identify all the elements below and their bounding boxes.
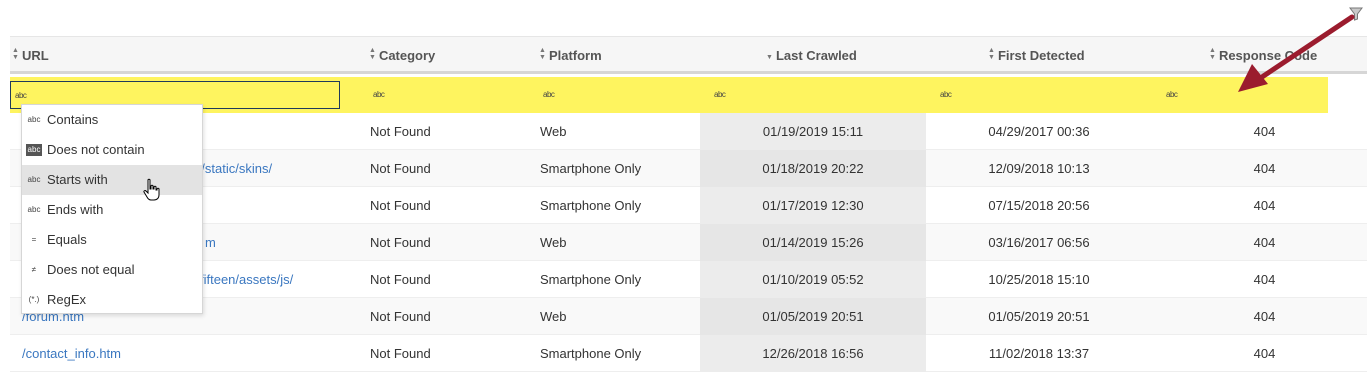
platform-cell: Smartphone Only xyxy=(540,198,642,213)
category-filter-input[interactable]: abc xyxy=(369,81,539,109)
column-header-response-code[interactable]: ▲ ▼ Response Code xyxy=(1209,37,1317,75)
menu-item-starts-with[interactable]: abc Starts with xyxy=(22,165,202,195)
url-cell[interactable]: fifteen/assets/js/ xyxy=(200,261,293,298)
category-cell: Not Found xyxy=(370,235,431,250)
platform-cell: Smartphone Only xyxy=(540,272,642,287)
last-crawled-filter-input[interactable]: abc xyxy=(710,81,880,109)
url-cell[interactable]: /contact_info.htm xyxy=(22,335,121,372)
category-cell: Not Found xyxy=(370,124,431,139)
column-header-category[interactable]: ▲ ▼ Category xyxy=(369,37,435,75)
column-header-url[interactable]: ▲ ▼ URL xyxy=(12,37,49,75)
menu-item-contains[interactable]: abc Contains xyxy=(22,105,202,135)
column-header-last-crawled[interactable]: ▼ Last Crawled xyxy=(766,37,857,75)
platform-cell: Web xyxy=(540,309,567,324)
first-detected-cell: 11/02/2018 13:37 xyxy=(988,346,1090,361)
platform-filter-input[interactable]: abc xyxy=(539,81,709,109)
last-crawled-cell: 01/17/2019 12:30 xyxy=(762,198,864,213)
sort-icon: ▲ ▼ xyxy=(369,47,376,61)
menu-item-regex[interactable]: (*.) RegEx xyxy=(22,285,202,315)
last-crawled-cell: 01/05/2019 20:51 xyxy=(762,309,864,324)
table-row[interactable]: xxxxxxxxxxxxxxxxxxxxxxxxxder/static/skin… xyxy=(10,150,1367,187)
not-equal-icon: ≠ xyxy=(31,265,37,274)
filter-operator-menu: abc Contains abc Does not contain abc St… xyxy=(21,104,203,314)
sort-descending-icon: ▼ xyxy=(766,54,773,61)
sort-icon: ▲ ▼ xyxy=(12,47,19,61)
response-code-cell: 404 xyxy=(1253,309,1276,324)
first-detected-cell: 01/05/2019 20:51 xyxy=(988,309,1090,324)
table-row[interactable]: Not Found Web 01/19/2019 15:11 04/29/201… xyxy=(10,113,1367,150)
text-filter-icon: abc xyxy=(940,90,952,99)
category-cell: Not Found xyxy=(370,161,431,176)
text-filter-icon: abc xyxy=(1166,90,1178,99)
hand-cursor-icon xyxy=(143,178,160,201)
response-code-cell: 404 xyxy=(1253,346,1276,361)
first-detected-cell: 12/09/2018 10:13 xyxy=(988,161,1090,176)
first-detected-cell: 04/29/2017 00:36 xyxy=(988,124,1090,139)
filter-row: abc abc abc abc abc abc xyxy=(10,77,1328,113)
menu-item-ends-with[interactable]: abc Ends with xyxy=(22,195,202,225)
sort-icon: ▲ ▼ xyxy=(1209,47,1216,61)
response-code-cell: 404 xyxy=(1253,272,1276,287)
last-crawled-cell: 01/19/2019 15:11 xyxy=(762,124,864,139)
platform-cell: Web xyxy=(540,124,567,139)
response-code-cell: 404 xyxy=(1253,198,1276,213)
table-row[interactable]: Not Found Smartphone Only 01/17/2019 12:… xyxy=(10,187,1367,224)
first-detected-filter-input[interactable]: abc xyxy=(936,81,1106,109)
text-filter-icon: abc xyxy=(714,90,726,99)
response-code-cell: 404 xyxy=(1253,235,1276,250)
text-filter-icon: abc xyxy=(15,91,27,100)
category-cell: Not Found xyxy=(370,198,431,213)
url-cell[interactable]: m xyxy=(205,224,216,261)
contains-icon: abc xyxy=(27,115,41,124)
response-code-cell: 404 xyxy=(1253,161,1276,176)
grid-header: ▲ ▼ URL ▲ ▼ Category ▲ ▼ Platform ▼ Last Crawle… xyxy=(10,36,1367,74)
last-crawled-cell: 12/26/2018 16:56 xyxy=(762,346,864,361)
column-header-first-detected[interactable]: ▲ ▼ First Detected xyxy=(988,37,1085,75)
starts-with-icon: abc xyxy=(27,175,41,184)
toolbar xyxy=(0,0,1367,36)
table-row[interactable]: /forum.htm Not Found Web 01/05/2019 20:5… xyxy=(10,298,1367,335)
does-not-contain-icon: abc xyxy=(26,144,42,156)
ends-with-icon: abc xyxy=(27,205,41,214)
table-row[interactable]: m Not Found Web 01/14/2019 15:26 03/16/2… xyxy=(10,224,1367,261)
text-filter-icon: abc xyxy=(373,90,385,99)
response-code-filter-input[interactable]: abc xyxy=(1162,81,1332,109)
column-header-platform[interactable]: ▲ ▼ Platform xyxy=(539,37,602,75)
first-detected-cell: 03/16/2017 06:56 xyxy=(988,235,1090,250)
sort-icon: ▲ ▼ xyxy=(988,47,995,61)
regex-icon: (*.) xyxy=(28,295,40,304)
last-crawled-cell: 01/14/2019 15:26 xyxy=(762,235,864,250)
category-cell: Not Found xyxy=(370,272,431,287)
menu-item-equals[interactable]: = Equals xyxy=(22,225,202,255)
first-detected-cell: 10/25/2018 15:10 xyxy=(988,272,1090,287)
first-detected-cell: 07/15/2018 20:56 xyxy=(988,198,1090,213)
category-cell: Not Found xyxy=(370,309,431,324)
equals-icon: = xyxy=(31,235,37,244)
response-code-cell: 404 xyxy=(1253,124,1276,139)
table-row[interactable]: fifteen/assets/js/ Not Found Smartphone … xyxy=(10,261,1367,298)
platform-cell: Web xyxy=(540,235,567,250)
platform-cell: Smartphone Only xyxy=(540,161,642,176)
platform-cell: Smartphone Only xyxy=(540,346,642,361)
menu-item-does-not-contain[interactable]: abc Does not contain xyxy=(22,135,202,165)
sort-icon: ▲ ▼ xyxy=(539,47,546,61)
text-filter-icon: abc xyxy=(543,90,555,99)
last-crawled-cell: 01/10/2019 05:52 xyxy=(762,272,864,287)
funnel-icon[interactable] xyxy=(1349,7,1363,21)
last-crawled-cell: 01/18/2019 20:22 xyxy=(762,161,864,176)
category-cell: Not Found xyxy=(370,346,431,361)
menu-item-does-not-equal[interactable]: ≠ Does not equal xyxy=(22,255,202,285)
table-row[interactable]: /contact_info.htm Not Found Smartphone O… xyxy=(10,335,1367,372)
